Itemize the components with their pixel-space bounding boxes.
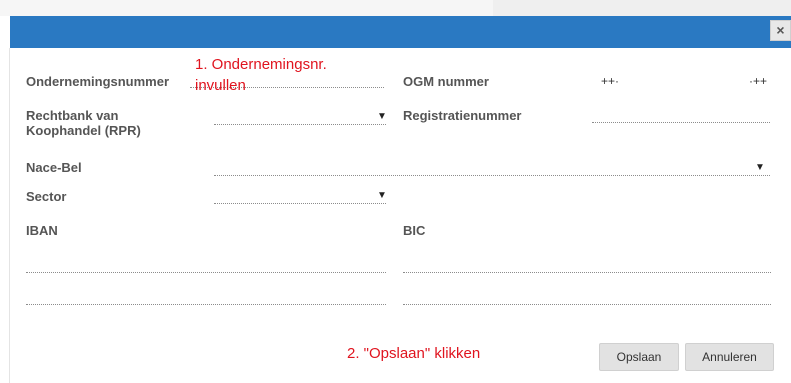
- iban-input[interactable]: [26, 272, 386, 273]
- bic-input[interactable]: [403, 272, 771, 273]
- annotation-step1-line1: 1. Ondernemingsnr.: [195, 56, 327, 73]
- save-button[interactable]: Opslaan: [599, 343, 679, 371]
- ondernemingsnummer-label: Ondernemingsnummer: [26, 74, 170, 89]
- rechtbank-label-line2: Koophandel (RPR): [26, 123, 141, 138]
- annotation-step2: 2. "Opslaan" klikken: [347, 345, 481, 362]
- background-strip-segment: [493, 0, 791, 16]
- ogm-prefix: ++·: [601, 74, 620, 88]
- rechtbank-label-line1: Rechtbank van: [26, 108, 119, 123]
- rechtbank-select[interactable]: [214, 124, 386, 125]
- sector-label: Sector: [26, 189, 67, 204]
- ogm-input[interactable]: [620, 87, 746, 88]
- background-strip: [0, 0, 791, 16]
- ogm-suffix: ·++: [749, 74, 768, 88]
- annotation-step1-line2: invullen: [195, 77, 246, 94]
- iban-input-2[interactable]: [26, 304, 386, 305]
- close-button[interactable]: ×: [770, 20, 791, 41]
- sector-chevron-down-icon[interactable]: ▼: [377, 190, 387, 201]
- close-icon: ×: [776, 22, 785, 38]
- iban-label: IBAN: [26, 223, 58, 238]
- nacebel-select[interactable]: [214, 175, 770, 176]
- registratienummer-input[interactable]: [592, 122, 770, 123]
- bic-input-2[interactable]: [403, 304, 771, 305]
- cancel-button[interactable]: Annuleren: [685, 343, 774, 371]
- dialog-left-border: [9, 48, 10, 383]
- rechtbank-chevron-down-icon[interactable]: ▼: [377, 111, 387, 122]
- bic-label: BIC: [403, 223, 426, 238]
- dialog-titlebar: [10, 16, 791, 48]
- registratienummer-label: Registratienummer: [403, 108, 522, 123]
- sector-select[interactable]: [214, 203, 386, 204]
- nacebel-label: Nace-Bel: [26, 160, 82, 175]
- ogm-label: OGM nummer: [403, 74, 489, 89]
- nacebel-chevron-down-icon[interactable]: ▼: [755, 162, 765, 173]
